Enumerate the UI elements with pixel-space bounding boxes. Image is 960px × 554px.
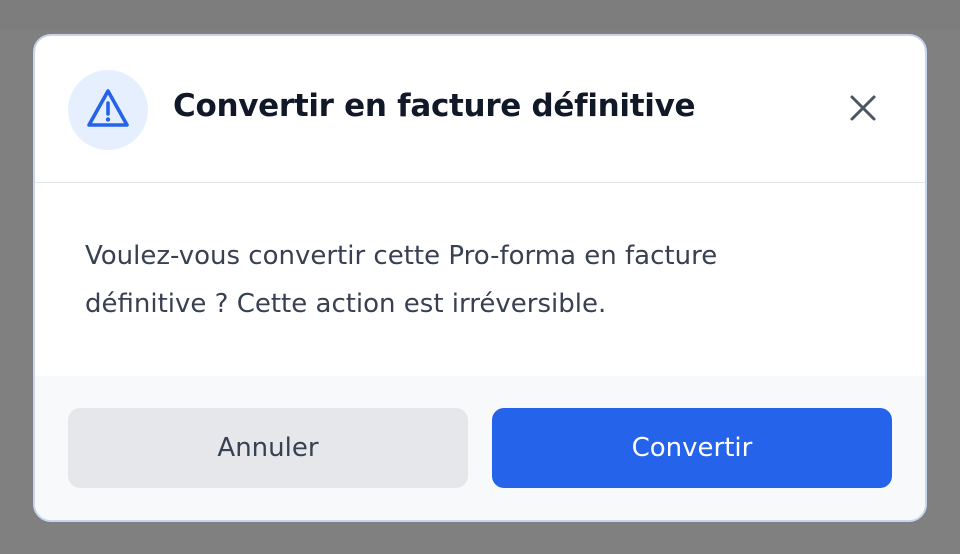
dialog-message: Voulez-vous convertir cette Pro-forma en… (85, 241, 718, 319)
dialog-title: Convertir en facture définitive (173, 88, 696, 124)
close-button[interactable] (845, 92, 881, 128)
warning-triangle-icon (85, 87, 131, 133)
cancel-button[interactable]: Annuler (68, 408, 468, 488)
dialog-header: Convertir en facture définitive (35, 36, 925, 183)
convert-button[interactable]: Convertir (492, 408, 892, 488)
dialog-body: Voulez-vous convertir cette Pro-forma en… (35, 184, 925, 376)
close-icon[interactable] (849, 94, 877, 126)
convert-invoice-dialog: Convertir en facture définitive Voulez-v… (33, 34, 927, 522)
warning-badge (68, 70, 148, 150)
dialog-footer: Annuler Convertir (35, 376, 925, 520)
